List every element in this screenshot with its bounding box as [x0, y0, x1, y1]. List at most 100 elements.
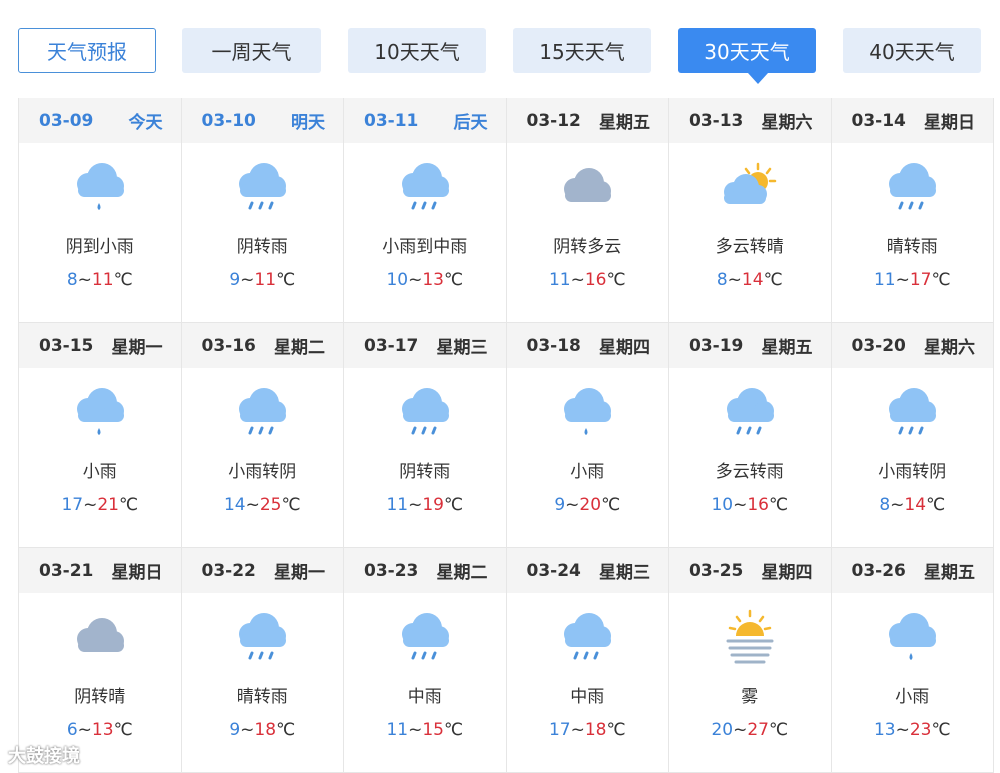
day-card[interactable]: 03-17 星期三 阴转雨 11~19℃	[344, 323, 507, 548]
day-card[interactable]: 03-16 星期二 小雨转阴 14~25℃	[181, 323, 344, 548]
low-temperature: 11	[386, 495, 409, 515]
day-card[interactable]: 03-24 星期三 中雨 17~18℃	[506, 548, 669, 773]
day-card[interactable]: 03-10 明天 阴转雨 9~11℃	[181, 98, 344, 323]
temperature-separator: ~	[565, 495, 580, 515]
light-rain-icon	[19, 368, 181, 458]
day-card-header: 03-20 星期六	[831, 323, 993, 368]
day-date: 03-25	[689, 560, 744, 581]
day-card-header: 03-24 星期三	[506, 548, 668, 593]
weather-description: 阴转雨	[236, 237, 288, 257]
rain-icon	[832, 143, 994, 233]
day-weekday: 星期五	[761, 338, 813, 358]
high-temperature: 18	[584, 720, 607, 740]
overcast-icon	[19, 593, 181, 683]
temperature-unit: ℃	[281, 495, 301, 515]
day-card[interactable]: 03-26 星期五小雨 13~23℃	[831, 548, 994, 773]
day-weekday: 星期五	[924, 563, 975, 583]
day-weekday: 星期二	[274, 338, 325, 358]
high-temperature: 18	[254, 720, 277, 740]
day-card-header: 03-23 星期二	[344, 548, 506, 593]
tab-15-day[interactable]: 15天天气	[513, 28, 651, 73]
rain-icon	[669, 368, 831, 458]
temperature-unit: ℃	[768, 495, 789, 515]
partly-sunny-icon	[669, 143, 831, 233]
tab-10-day[interactable]: 10天天气	[348, 28, 486, 73]
temperature-range: 11~15℃	[344, 711, 506, 749]
day-date: 03-24	[526, 560, 581, 581]
day-date: 03-09	[39, 110, 94, 131]
rain-icon	[344, 143, 506, 233]
tab-week[interactable]: 一周天气	[182, 28, 321, 73]
weather-description: 晴转雨	[236, 687, 288, 707]
day-date: 03-18	[526, 335, 581, 356]
day-card-header: 03-17 星期三	[344, 323, 506, 368]
rain-icon	[182, 593, 344, 683]
temperature-unit: ℃	[768, 720, 789, 740]
weather-description: 阴到小雨	[65, 237, 134, 257]
day-card[interactable]: 03-09 今天 阴到小雨 8~11℃	[19, 98, 182, 323]
day-card[interactable]: 03-25 星期四雾 20~27℃	[669, 548, 832, 773]
day-card[interactable]: 03-11 后天 小雨到中雨 10~13℃	[344, 98, 507, 323]
day-weekday: 星期一	[111, 338, 163, 358]
day-card-header: 03-22 星期一	[181, 548, 343, 593]
temperature-range: 11~19℃	[344, 486, 506, 524]
day-card-header: 03-26 星期五	[831, 548, 993, 593]
weather-description: 小雨转阴	[878, 462, 947, 482]
day-card-header: 03-25 星期四	[669, 548, 831, 593]
day-card[interactable]: 03-22 星期一 晴转雨 9~18℃	[181, 548, 344, 773]
day-card-header: 03-11 后天	[344, 98, 506, 143]
rain-icon	[182, 368, 344, 458]
temperature-separator: ~	[727, 270, 742, 290]
temperature-range: 13~23℃	[832, 711, 994, 749]
day-card[interactable]: 03-19 星期五 多云转雨 10~16℃	[669, 323, 832, 548]
high-temperature: 23	[909, 720, 932, 740]
day-weekday: 明天	[291, 113, 325, 133]
weather-description: 小雨	[82, 462, 117, 482]
high-temperature: 16	[747, 495, 769, 515]
day-card[interactable]: 03-18 星期四 小雨 9~20℃	[506, 323, 669, 548]
high-temperature: 25	[259, 495, 282, 515]
temperature-separator: ~	[895, 270, 910, 290]
day-date: 03-15	[39, 335, 94, 356]
tab-forecast[interactable]: 天气预报	[18, 28, 156, 73]
temperature-unit: ℃	[276, 270, 296, 290]
day-card-header: 03-14 星期日	[831, 98, 993, 143]
day-card[interactable]: 03-23 星期二 中雨 11~15℃	[344, 548, 507, 773]
rain-icon	[344, 368, 506, 458]
temperature-unit: ℃	[113, 270, 133, 290]
day-card[interactable]: 03-13 星期六 多云转晴 8~14℃	[669, 98, 832, 323]
low-temperature: 9	[554, 495, 566, 515]
low-temperature: 17	[548, 720, 571, 740]
day-card[interactable]: 03-20 星期六 小雨转阴 8~14℃	[831, 323, 994, 548]
tab-40-day[interactable]: 40天天气	[843, 28, 981, 73]
high-temperature: 15	[422, 720, 444, 740]
day-card-header: 03-12 星期五	[506, 98, 668, 143]
tab-30-day[interactable]: 30天天气	[678, 28, 816, 73]
temperature-separator: ~	[733, 720, 748, 740]
temperature-range: 17~18℃	[507, 711, 669, 749]
day-card[interactable]: 03-12 星期五 阴转多云 11~16℃	[506, 98, 669, 323]
temperature-unit: ℃	[443, 495, 464, 515]
rain-icon	[832, 368, 994, 458]
day-card[interactable]: 03-15 星期一 小雨 17~21℃	[19, 323, 182, 548]
day-card-header: 03-16 星期二	[181, 323, 343, 368]
low-temperature: 11	[873, 270, 896, 290]
day-weekday: 星期三	[599, 563, 650, 583]
high-temperature: 17	[909, 270, 932, 290]
low-temperature: 10	[386, 270, 409, 290]
high-temperature: 14	[904, 495, 927, 515]
day-card[interactable]: 03-14 星期日 晴转雨 11~17℃	[831, 98, 994, 323]
weather-description: 小雨	[895, 687, 930, 707]
day-date: 03-17	[364, 335, 419, 356]
day-card[interactable]: 03-21 星期日 阴转晴 6~13℃	[19, 548, 182, 773]
weather-description: 多云转雨	[715, 462, 784, 482]
high-temperature: 20	[579, 495, 602, 515]
high-temperature: 11	[91, 270, 114, 290]
high-temperature: 11	[254, 270, 277, 290]
temperature-separator: ~	[408, 270, 423, 290]
light-rain-icon	[507, 368, 669, 458]
day-card-header: 03-18 星期四	[506, 323, 668, 368]
temperature-range: 10~13℃	[344, 261, 506, 299]
temperature-separator: ~	[570, 720, 585, 740]
temperature-unit: ℃	[276, 720, 296, 740]
